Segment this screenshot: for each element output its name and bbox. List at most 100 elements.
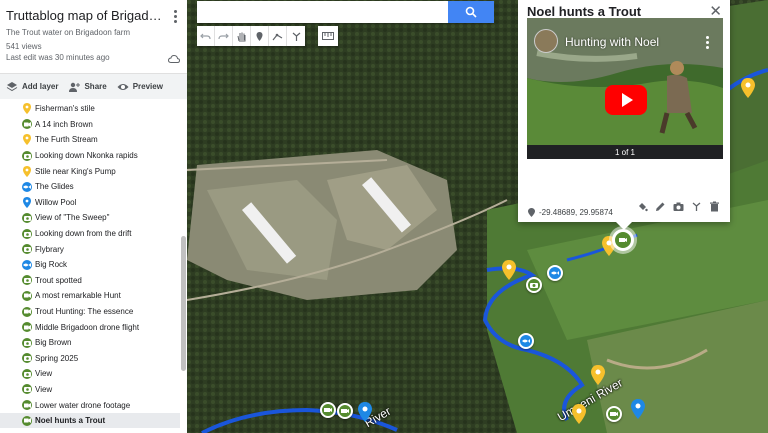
camera-icon: [22, 384, 32, 395]
scrollbar-thumb[interactable]: [181, 236, 186, 371]
list-item[interactable]: A 14 inch Brown: [0, 117, 180, 133]
map-marker-camera[interactable]: [526, 277, 542, 293]
search-input[interactable]: [197, 1, 448, 23]
video-icon: [22, 322, 32, 333]
list-item[interactable]: Stile near King's Pump: [0, 163, 180, 179]
map-marker-fish[interactable]: [518, 333, 534, 349]
camera-icon: [22, 353, 32, 364]
map-description[interactable]: The Trout water on Brigadoon farm: [6, 28, 181, 37]
directions-icon: [692, 202, 700, 211]
add-layer-button[interactable]: Add layer: [6, 81, 58, 93]
yellow-pin-icon: [22, 103, 32, 115]
add-photo-button[interactable]: [672, 200, 684, 212]
map-marker-yellow[interactable]: [572, 404, 586, 424]
map-marker-fish[interactable]: [547, 265, 563, 281]
search-bar: [197, 1, 494, 23]
sidebar-scrollbar[interactable]: [180, 101, 187, 433]
video-icon: [22, 119, 32, 130]
camera-icon: [22, 368, 32, 379]
eye-icon: [117, 83, 129, 90]
video-icon: [22, 400, 32, 411]
map-marker-video[interactable]: [337, 403, 353, 419]
list-item-label: A most remarkable Hunt: [35, 291, 121, 301]
list-item[interactable]: Big Rock: [0, 257, 180, 273]
list-item[interactable]: Lower water drone footage: [0, 397, 180, 413]
map-marker-blue[interactable]: [631, 399, 645, 419]
preview-label: Preview: [132, 82, 163, 91]
paint-bucket-icon: [638, 202, 648, 211]
list-item[interactable]: The Furth Stream: [0, 132, 180, 148]
list-item[interactable]: The Glides: [0, 179, 180, 195]
last-edit: Last edit was 30 minutes ago: [6, 53, 110, 62]
camera-icon: [673, 202, 683, 211]
directions-button[interactable]: [287, 26, 305, 46]
edit-button[interactable]: [654, 200, 666, 212]
style-button[interactable]: [636, 200, 648, 212]
list-item-label: View: [35, 369, 53, 379]
list-item-label: Big Brown: [35, 338, 72, 348]
fish-icon: [22, 181, 32, 192]
blue-pin-icon: [22, 196, 32, 208]
redo-button[interactable]: [215, 26, 233, 46]
map-marker-video[interactable]: [606, 406, 622, 422]
list-item[interactable]: Trout spotted: [0, 273, 180, 289]
map-marker-selected-video[interactable]: [612, 229, 634, 251]
directions-button[interactable]: [690, 200, 702, 212]
location-pin-icon: [528, 208, 535, 217]
list-item-label: Flybrary: [35, 244, 64, 254]
list-item[interactable]: Trout Hunting: The essence: [0, 304, 180, 320]
list-item-label: Big Rock: [35, 260, 68, 270]
measure-button[interactable]: [318, 26, 338, 46]
list-item[interactable]: Willow Pool: [0, 195, 180, 211]
preview-button[interactable]: Preview: [117, 81, 163, 93]
yellow-pin-icon: [22, 165, 32, 177]
list-item[interactable]: Fisherman's stile: [0, 101, 180, 117]
share-button[interactable]: Share: [68, 81, 107, 93]
list-item[interactable]: Spring 2025: [0, 351, 180, 367]
list-item[interactable]: Big Brown: [0, 335, 180, 351]
camera-icon: [22, 275, 32, 286]
camera-icon: [22, 337, 32, 348]
list-item[interactable]: View: [0, 382, 180, 398]
coordinates-text[interactable]: -29.48689, 29.95874: [539, 208, 613, 217]
map-marker-yellow[interactable]: [591, 365, 605, 385]
map-marker-video[interactable]: [320, 402, 336, 418]
list-item-label: A 14 inch Brown: [35, 119, 93, 129]
pencil-icon: [655, 202, 664, 211]
select-hand-button[interactable]: [233, 26, 251, 46]
list-item[interactable]: A most remarkable Hunt: [0, 288, 180, 304]
list-item[interactable]: Flybrary: [0, 241, 180, 257]
search-button[interactable]: [448, 1, 494, 23]
video-embed[interactable]: Hunting with Noel: [527, 18, 723, 145]
list-item[interactable]: View: [0, 366, 180, 382]
add-marker-button[interactable]: [251, 26, 269, 46]
play-button[interactable]: [605, 85, 647, 115]
video-icon: [22, 415, 32, 426]
list-item-label: Looking down Nkonka rapids: [35, 151, 138, 161]
list-item[interactable]: Middle Brigadoon drone flight: [0, 319, 180, 335]
video-title[interactable]: Hunting with Noel: [565, 35, 659, 49]
list-item-label: Fisherman's stile: [35, 104, 95, 114]
camera-icon: [22, 228, 32, 239]
map-marker-blue[interactable]: [358, 402, 372, 422]
list-item[interactable]: View of "The Sweep": [0, 210, 180, 226]
popup-toolbar: [636, 200, 720, 212]
list-item[interactable]: Looking down from the drift: [0, 226, 180, 242]
add-person-icon: [69, 82, 81, 92]
marker-icon: [256, 31, 263, 41]
draw-line-button[interactable]: [269, 26, 287, 46]
map-marker-yellow[interactable]: [741, 78, 755, 98]
delete-button[interactable]: [708, 200, 720, 212]
list-item-label: Middle Brigadoon drone flight: [35, 322, 140, 332]
more-options-icon[interactable]: [174, 10, 178, 25]
map-title[interactable]: Truttablog map of Brigadoon on t...: [6, 8, 166, 23]
sidebar-actions: Add layer Share Preview: [0, 73, 187, 99]
list-item-label: View of "The Sweep": [35, 213, 110, 223]
view-count: 541 views: [6, 42, 42, 51]
channel-avatar[interactable]: [534, 29, 558, 53]
list-item[interactable]: Looking down Nkonka rapids: [0, 148, 180, 164]
video-more-icon[interactable]: [706, 36, 709, 51]
undo-button[interactable]: [197, 26, 215, 46]
map-marker-yellow[interactable]: [502, 260, 516, 280]
list-item[interactable]: Noel hunts a Trout: [0, 412, 180, 429]
